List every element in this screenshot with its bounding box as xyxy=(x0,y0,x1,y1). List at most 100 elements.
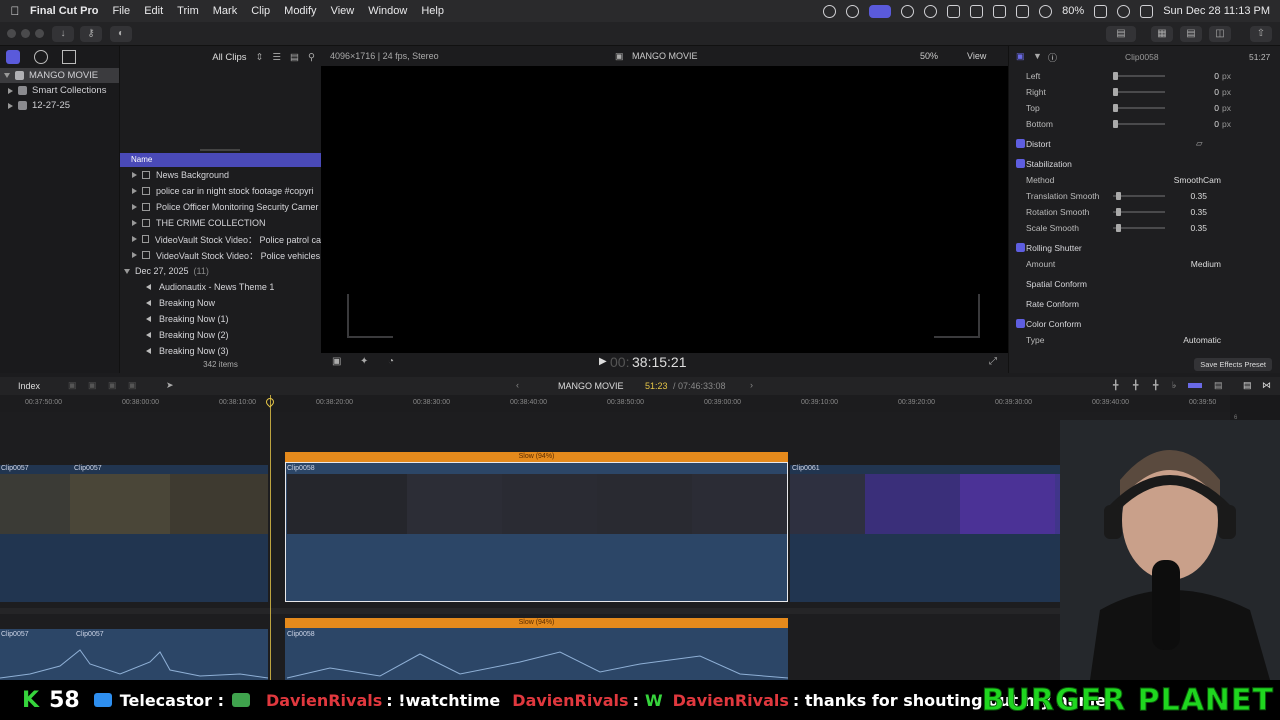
stabilization-section[interactable]: Stabilization xyxy=(1009,156,1280,172)
monitor-icon[interactable] xyxy=(993,4,1007,18)
import-icon[interactable]: ↓ xyxy=(52,26,74,42)
translation-smooth-value[interactable]: 0.35 xyxy=(1190,191,1207,201)
audio-skimming-icon[interactable]: ♭ xyxy=(1172,380,1176,391)
browser-row[interactable]: police car in night stock footage #copyr… xyxy=(120,183,321,199)
slider-knob[interactable] xyxy=(1113,104,1118,112)
bluetooth-icon[interactable] xyxy=(1016,4,1030,18)
menu-help[interactable]: Help xyxy=(421,5,444,17)
timeline-project-name[interactable]: MANGO MOVIE xyxy=(558,381,624,391)
crop-right-value[interactable]: 0 xyxy=(1214,87,1219,97)
browser-row[interactable]: News Background xyxy=(120,167,321,183)
show-inspector-icon[interactable]: ◫ xyxy=(1209,26,1231,42)
clip-filter-dropdown[interactable]: All Clips xyxy=(212,52,246,63)
crop-left-value[interactable]: 0 xyxy=(1214,71,1219,81)
keywords-icon[interactable]: ⚷ xyxy=(80,26,102,42)
menu-view[interactable]: View xyxy=(331,5,355,17)
menu-edit[interactable]: Edit xyxy=(144,5,163,17)
name-column-header[interactable]: Name xyxy=(120,153,321,167)
record-status-icon[interactable] xyxy=(823,4,837,18)
slider-knob[interactable] xyxy=(1116,192,1121,200)
column-resize-handle[interactable] xyxy=(200,149,240,151)
close-window-button[interactable] xyxy=(7,29,16,38)
retime-bar[interactable]: Slow (94%) xyxy=(285,618,788,628)
slider-knob[interactable] xyxy=(1113,120,1118,128)
viewer-timecode[interactable]: 38:15:21 xyxy=(632,354,687,370)
crop-top-slider[interactable] xyxy=(1113,104,1165,112)
disclosure-triangle-icon[interactable] xyxy=(124,268,130,274)
save-effects-preset-button[interactable]: Save Effects Preset xyxy=(1194,358,1272,371)
menu-window[interactable]: Window xyxy=(368,5,407,17)
info-inspector-icon[interactable]: ⓘ xyxy=(1048,51,1057,64)
disclosure-triangle-icon[interactable] xyxy=(132,204,137,210)
back-arrow-icon[interactable]: ‹ xyxy=(516,380,519,390)
disclosure-triangle-icon[interactable] xyxy=(4,73,10,78)
crop-bottom-slider[interactable] xyxy=(1113,120,1165,128)
timeline-ruler[interactable]: 00:37:50:00 00:38:00:00 00:38:10:00 00:3… xyxy=(0,395,1230,412)
fullscreen-icon[interactable]: ⤢ xyxy=(989,356,997,367)
disclosure-triangle-icon[interactable] xyxy=(8,87,13,94)
color-conform-section[interactable]: Color Conform xyxy=(1009,316,1280,332)
zoom-window-button[interactable] xyxy=(35,29,44,38)
browser-audio-row[interactable]: Breaking Now (1) xyxy=(120,311,321,327)
libraries-tab-icon[interactable] xyxy=(6,50,20,64)
clip-filmstrip[interactable] xyxy=(0,474,268,534)
search-icon[interactable]: ⚲ xyxy=(308,52,315,63)
filter-chevron-icon[interactable]: ⇕ xyxy=(256,52,264,63)
enhance-icon[interactable]: ✦ xyxy=(360,356,368,367)
browser-row[interactable]: VideoVault Stock Video： Police patrol ca xyxy=(120,231,321,247)
browser-row[interactable]: THE CRIME COLLECTION xyxy=(120,215,321,231)
clock[interactable]: Sun Dec 28 11:13 PM xyxy=(1163,5,1270,17)
disclosure-triangle-icon[interactable] xyxy=(132,188,137,194)
slider-knob[interactable] xyxy=(1116,208,1121,216)
browser-row[interactable]: Police Officer Monitoring Security Camer xyxy=(120,199,321,215)
library-item-smart-collections[interactable]: Smart Collections xyxy=(0,83,119,98)
rotation-smooth-value[interactable]: 0.35 xyxy=(1190,207,1207,217)
menu-file[interactable]: File xyxy=(112,5,130,17)
list-view-icon[interactable]: ▤ xyxy=(290,52,299,63)
spotlight-search-icon[interactable] xyxy=(1117,4,1131,18)
rolling-shutter-section[interactable]: Rolling Shutter xyxy=(1009,240,1280,256)
transform-tool-icon[interactable]: ▣ xyxy=(332,356,341,367)
browser-audio-row[interactable]: Audionautix - News Theme 1 xyxy=(120,279,321,295)
browser-row[interactable]: VideoVault Stock Video： Police vehicles xyxy=(120,247,321,263)
effects-browser-icon[interactable]: ▤ xyxy=(1243,380,1252,391)
distort-section[interactable]: Distort ▱ xyxy=(1009,136,1280,152)
retime-bar[interactable]: Slow (94%) xyxy=(285,452,788,462)
activity-icon[interactable] xyxy=(846,4,860,18)
disclosure-triangle-icon[interactable] xyxy=(132,172,137,178)
slider-knob[interactable] xyxy=(1116,224,1121,232)
crop-bottom-value[interactable]: 0 xyxy=(1214,119,1219,129)
index-button[interactable]: Index xyxy=(18,381,40,391)
solo-icon[interactable] xyxy=(1188,383,1202,388)
crop-top-value[interactable]: 0 xyxy=(1214,103,1219,113)
browser-audio-row[interactable]: Breaking Now xyxy=(120,295,321,311)
display-icon[interactable] xyxy=(970,4,984,18)
rate-conform-section[interactable]: Rate Conform xyxy=(1009,296,1280,312)
play-status-icon[interactable] xyxy=(924,4,938,18)
apple-menu-icon[interactable]:  xyxy=(0,4,30,18)
amount-dropdown[interactable]: Medium xyxy=(1191,259,1221,269)
scale-smooth-slider[interactable] xyxy=(1113,224,1165,232)
app-menu[interactable]: Final Cut Pro xyxy=(30,5,98,17)
distort-checkbox[interactable] xyxy=(1016,139,1025,148)
menu-mark[interactable]: Mark xyxy=(213,5,237,17)
menu-clip[interactable]: Clip xyxy=(251,5,270,17)
slider-knob[interactable] xyxy=(1113,72,1118,80)
browser-audio-row[interactable]: Breaking Now (2) xyxy=(120,327,321,343)
control-center-icon[interactable] xyxy=(1140,4,1154,18)
background-tasks-icon[interactable]: ◐ xyxy=(110,26,132,42)
play-button[interactable]: ▶ xyxy=(599,356,607,367)
battery-icon[interactable] xyxy=(1094,4,1108,18)
clip-filmstrip[interactable] xyxy=(287,474,787,534)
screen-share-icon[interactable] xyxy=(869,4,892,18)
color-inspector-icon[interactable]: ▼ xyxy=(1033,51,1042,61)
spatial-conform-section[interactable]: Spatial Conform xyxy=(1009,276,1280,292)
method-dropdown[interactable]: SmoothCam xyxy=(1174,175,1221,185)
menu-modify[interactable]: Modify xyxy=(284,5,316,17)
type-dropdown[interactable]: Automatic xyxy=(1183,335,1221,345)
distort-onscreen-icon[interactable]: ▱ xyxy=(1196,138,1203,149)
minimize-window-button[interactable] xyxy=(21,29,30,38)
layout-menu-icon[interactable]: ▤ xyxy=(1106,26,1136,42)
connect-clip-icon[interactable]: ▣ xyxy=(68,380,77,391)
date-group-row[interactable]: Dec 27, 2025 (11) xyxy=(120,263,321,279)
